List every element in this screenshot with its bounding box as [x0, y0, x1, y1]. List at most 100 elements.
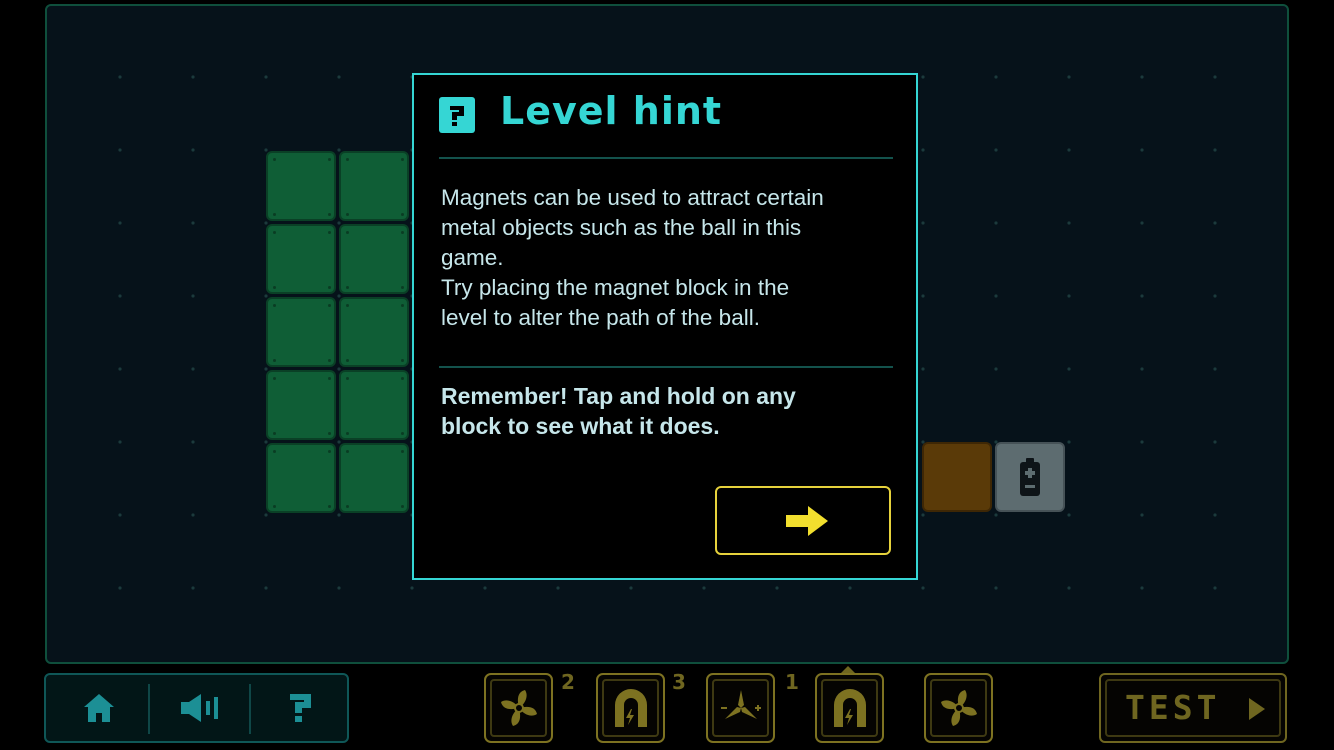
- grid-dot: [848, 586, 852, 590]
- green-block[interactable]: [339, 151, 409, 221]
- grid-dot: [191, 367, 195, 371]
- home-icon: [84, 694, 114, 722]
- green-block[interactable]: [266, 443, 336, 513]
- grid-dot: [994, 221, 998, 225]
- inventory-slot-fan[interactable]: [484, 673, 553, 743]
- grid-dot: [1140, 586, 1144, 590]
- green-block[interactable]: [339, 370, 409, 440]
- grid-dot: [921, 294, 925, 298]
- grid-dot: [264, 440, 268, 444]
- grid-dot: [1213, 75, 1217, 79]
- grid-dot: [118, 221, 122, 225]
- grid-dot: [1213, 440, 1217, 444]
- test-label: TEST: [1125, 688, 1221, 727]
- grid-dot: [921, 75, 925, 79]
- question-block-icon: [439, 97, 475, 133]
- inventory-slot-magnet[interactable]: [596, 673, 665, 743]
- grid-dot: [994, 148, 998, 152]
- grid-dot: [337, 75, 341, 79]
- grid-dot: [191, 586, 195, 590]
- fan-icon: [940, 690, 977, 726]
- grid-dot: [264, 294, 268, 298]
- grid-dot: [191, 75, 195, 79]
- sound-button[interactable]: [150, 675, 250, 741]
- body-divider: [439, 366, 893, 368]
- green-block[interactable]: [266, 224, 336, 294]
- grid-dot: [264, 148, 268, 152]
- grid-dot: [994, 367, 998, 371]
- help-button[interactable]: [251, 675, 351, 741]
- green-block[interactable]: [339, 224, 409, 294]
- hint-remember-text: Remember! Tap and hold on any block to s…: [441, 383, 796, 439]
- grid-dot: [118, 148, 122, 152]
- grid-dot: [1140, 221, 1144, 225]
- grid-dot: [118, 294, 122, 298]
- grid-dot: [1140, 75, 1144, 79]
- battery-block[interactable]: [995, 442, 1065, 512]
- grid-dot: [994, 294, 998, 298]
- grid-dot: [1067, 440, 1071, 444]
- grid-dot: [1067, 513, 1071, 517]
- grid-dot: [921, 148, 925, 152]
- grid-dot: [1140, 367, 1144, 371]
- grid-dot: [118, 440, 122, 444]
- next-button[interactable]: [715, 486, 891, 555]
- grid-dot: [1067, 148, 1071, 152]
- grid-dot: [337, 367, 341, 371]
- propeller-count: 1: [785, 670, 799, 694]
- grid-dot: [483, 586, 487, 590]
- grid-dot: [1067, 75, 1071, 79]
- hint-body-text: Magnets can be used to attract certain m…: [441, 185, 824, 330]
- grid-dot: [410, 586, 414, 590]
- brown-block[interactable]: [922, 442, 992, 512]
- grid-dot: [337, 148, 341, 152]
- propeller-icon: [720, 690, 761, 719]
- grid-dot: [1140, 513, 1144, 517]
- grid-dot: [191, 148, 195, 152]
- grid-dot: [264, 367, 268, 371]
- inventory-slot-propeller[interactable]: [706, 673, 775, 743]
- magnet-count: 3: [672, 670, 686, 694]
- grid-dot: [1067, 221, 1071, 225]
- grid-dot: [1213, 221, 1217, 225]
- play-icon: [1249, 698, 1265, 720]
- grid-dot: [337, 221, 341, 225]
- grid-dot: [1067, 367, 1071, 371]
- green-block[interactable]: [266, 297, 336, 367]
- battery-icon: [1020, 458, 1040, 496]
- grid-dot: [556, 586, 560, 590]
- speaker-icon: [181, 694, 218, 722]
- level-hint-dialog: Level hint Magnets can be used to attrac…: [412, 73, 918, 580]
- grid-dot: [118, 75, 122, 79]
- title-divider: [439, 157, 893, 159]
- grid-dot: [1140, 440, 1144, 444]
- question-icon: [290, 694, 311, 722]
- home-button[interactable]: [49, 675, 149, 741]
- fan-count: 2: [561, 670, 575, 694]
- inventory-slot-fan-2[interactable]: [924, 673, 993, 743]
- grid-dot: [191, 294, 195, 298]
- green-block[interactable]: [266, 151, 336, 221]
- grid-dot: [118, 367, 122, 371]
- grid-dot: [921, 367, 925, 371]
- inventory-slot-magnet-selected[interactable]: [815, 673, 884, 743]
- grid-dot: [191, 221, 195, 225]
- grid-dot: [921, 586, 925, 590]
- grid-dot: [702, 586, 706, 590]
- grid-dot: [1213, 148, 1217, 152]
- grid-dot: [337, 586, 341, 590]
- grid-dot: [1140, 294, 1144, 298]
- green-block[interactable]: [339, 297, 409, 367]
- grid-dot: [1067, 586, 1071, 590]
- grid-dot: [191, 440, 195, 444]
- grid-dot: [1213, 367, 1217, 371]
- test-button[interactable]: TEST: [1099, 673, 1287, 743]
- grid-dot: [264, 513, 268, 517]
- grid-dot: [264, 586, 268, 590]
- green-block[interactable]: [266, 370, 336, 440]
- hint-title: Level hint: [500, 89, 723, 133]
- green-block[interactable]: [339, 443, 409, 513]
- grid-dot: [118, 586, 122, 590]
- grid-dot: [191, 513, 195, 517]
- grid-dot: [629, 586, 633, 590]
